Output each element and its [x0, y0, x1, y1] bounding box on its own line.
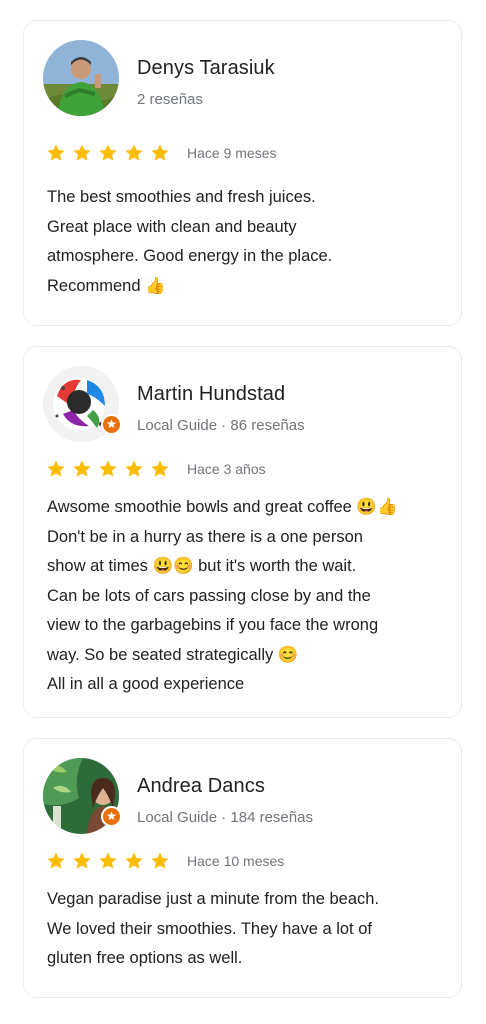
reviewer-name[interactable]: Martin Hundstad: [137, 383, 285, 406]
review-date: Hace 9 meses: [187, 145, 277, 161]
review-line: view to the garbagebins if you face the …: [47, 616, 379, 634]
review-date: Hace 10 meses: [187, 853, 285, 869]
reviewer-meta[interactable]: Local Guide · 184 reseñas: [137, 809, 313, 826]
review-line: All in all a good experience: [47, 675, 245, 693]
review-line: gluten free options as well.: [47, 949, 243, 967]
star-rating: [46, 851, 170, 871]
star-icon: [125, 460, 143, 477]
review-line: Recommend 👍: [47, 276, 166, 295]
star-icon: [47, 460, 65, 477]
review-line: Vegan paradise just a minute from the be…: [47, 890, 380, 908]
review-line: Great place with clean and beauty: [47, 217, 297, 236]
reviewer-meta[interactable]: Local Guide · 86 reseñas: [137, 417, 305, 434]
star-icon: [73, 852, 91, 869]
star-icon: [99, 144, 117, 161]
star-rating: [46, 459, 170, 479]
review-text: Vegan paradise just a minute from the be…: [47, 885, 452, 974]
local-guide-badge-icon: [101, 414, 122, 435]
review-card: Martin Hundstad Local Guide · 86 reseñas…: [23, 346, 462, 718]
star-icon: [73, 144, 91, 161]
review-text: The best smoothies and fresh juices. Gre…: [47, 183, 452, 301]
local-guide-badge-icon: [101, 806, 122, 827]
review-line: Can be lots of cars passing close by and…: [47, 586, 371, 605]
review-text: Awsome smoothie bowls and great coffee 😃…: [47, 493, 452, 700]
star-icon: [47, 852, 65, 869]
star-rating: [46, 143, 170, 163]
star-icon: [99, 460, 117, 477]
star-icon: [47, 144, 65, 161]
review-line: We loved their smoothies. They have a lo…: [47, 919, 372, 938]
star-icon: [125, 852, 143, 869]
review-card: Andrea Dancs Local Guide · 184 reseñas H…: [23, 738, 462, 998]
star-icon: [99, 852, 117, 869]
reviewer-name[interactable]: Denys Tarasiuk: [137, 57, 275, 80]
review-line: atmosphere. Good energy in the place.: [47, 247, 333, 265]
reviewer-name[interactable]: Andrea Dancs: [137, 775, 265, 798]
review-date: Hace 3 años: [187, 461, 266, 477]
review-line: The best smoothies and fresh juices.: [47, 188, 316, 206]
review-line: Awsome smoothie bowls and great coffee 😃…: [47, 498, 398, 516]
review-line: show at times 😃😊 but it's worth the wait…: [47, 557, 357, 575]
star-icon: [73, 460, 91, 477]
star-icon: [125, 144, 143, 161]
review-line: Don't be in a hurry as there is a one pe…: [47, 527, 363, 546]
star-icon: [151, 852, 169, 869]
star-icon: [151, 144, 169, 161]
avatar[interactable]: [43, 40, 119, 116]
review-line: way. So be seated strategically 😊: [47, 645, 299, 664]
star-icon: [151, 460, 169, 477]
reviewer-meta[interactable]: 2 reseñas: [137, 91, 203, 108]
review-card: Denys Tarasiuk 2 reseñas Hace 9 meses Th…: [23, 20, 462, 326]
